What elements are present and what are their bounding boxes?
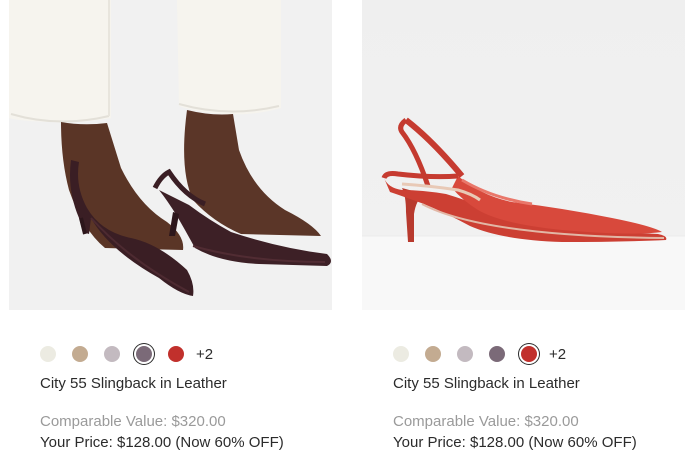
product-name-link[interactable]: City 55 Slingback in Leather [40,375,227,392]
comparable-value: Comparable Value: $320.00 [40,413,226,430]
product-name-link[interactable]: City 55 Slingback in Leather [393,375,580,392]
swatch-red[interactable] [521,346,537,362]
swatch-light-mauve[interactable] [104,346,120,362]
swatch-light-mauve[interactable] [457,346,473,362]
color-swatches: +2 [40,345,213,363]
comparable-value: Comparable Value: $320.00 [393,413,579,430]
more-colors-link[interactable]: +2 [549,346,566,363]
swatch-red[interactable] [168,346,184,362]
more-colors-link[interactable]: +2 [196,346,213,363]
swatch-cream[interactable] [393,346,409,362]
swatch-plum[interactable] [136,346,152,362]
product-card: +2 City 55 Slingback in Leather Comparab… [9,0,332,451]
your-price: Your Price: $128.00 (Now 60% OFF) [393,434,637,451]
color-swatches: +2 [393,345,566,363]
swatch-tan[interactable] [72,346,88,362]
swatch-tan[interactable] [425,346,441,362]
product-image[interactable] [9,0,332,310]
your-price: Your Price: $128.00 (Now 60% OFF) [40,434,284,451]
product-card: +2 City 55 Slingback in Leather Comparab… [362,0,685,451]
product-photo [9,0,332,310]
swatch-plum[interactable] [489,346,505,362]
product-photo [362,117,685,310]
product-image[interactable] [362,0,685,310]
swatch-cream[interactable] [40,346,56,362]
